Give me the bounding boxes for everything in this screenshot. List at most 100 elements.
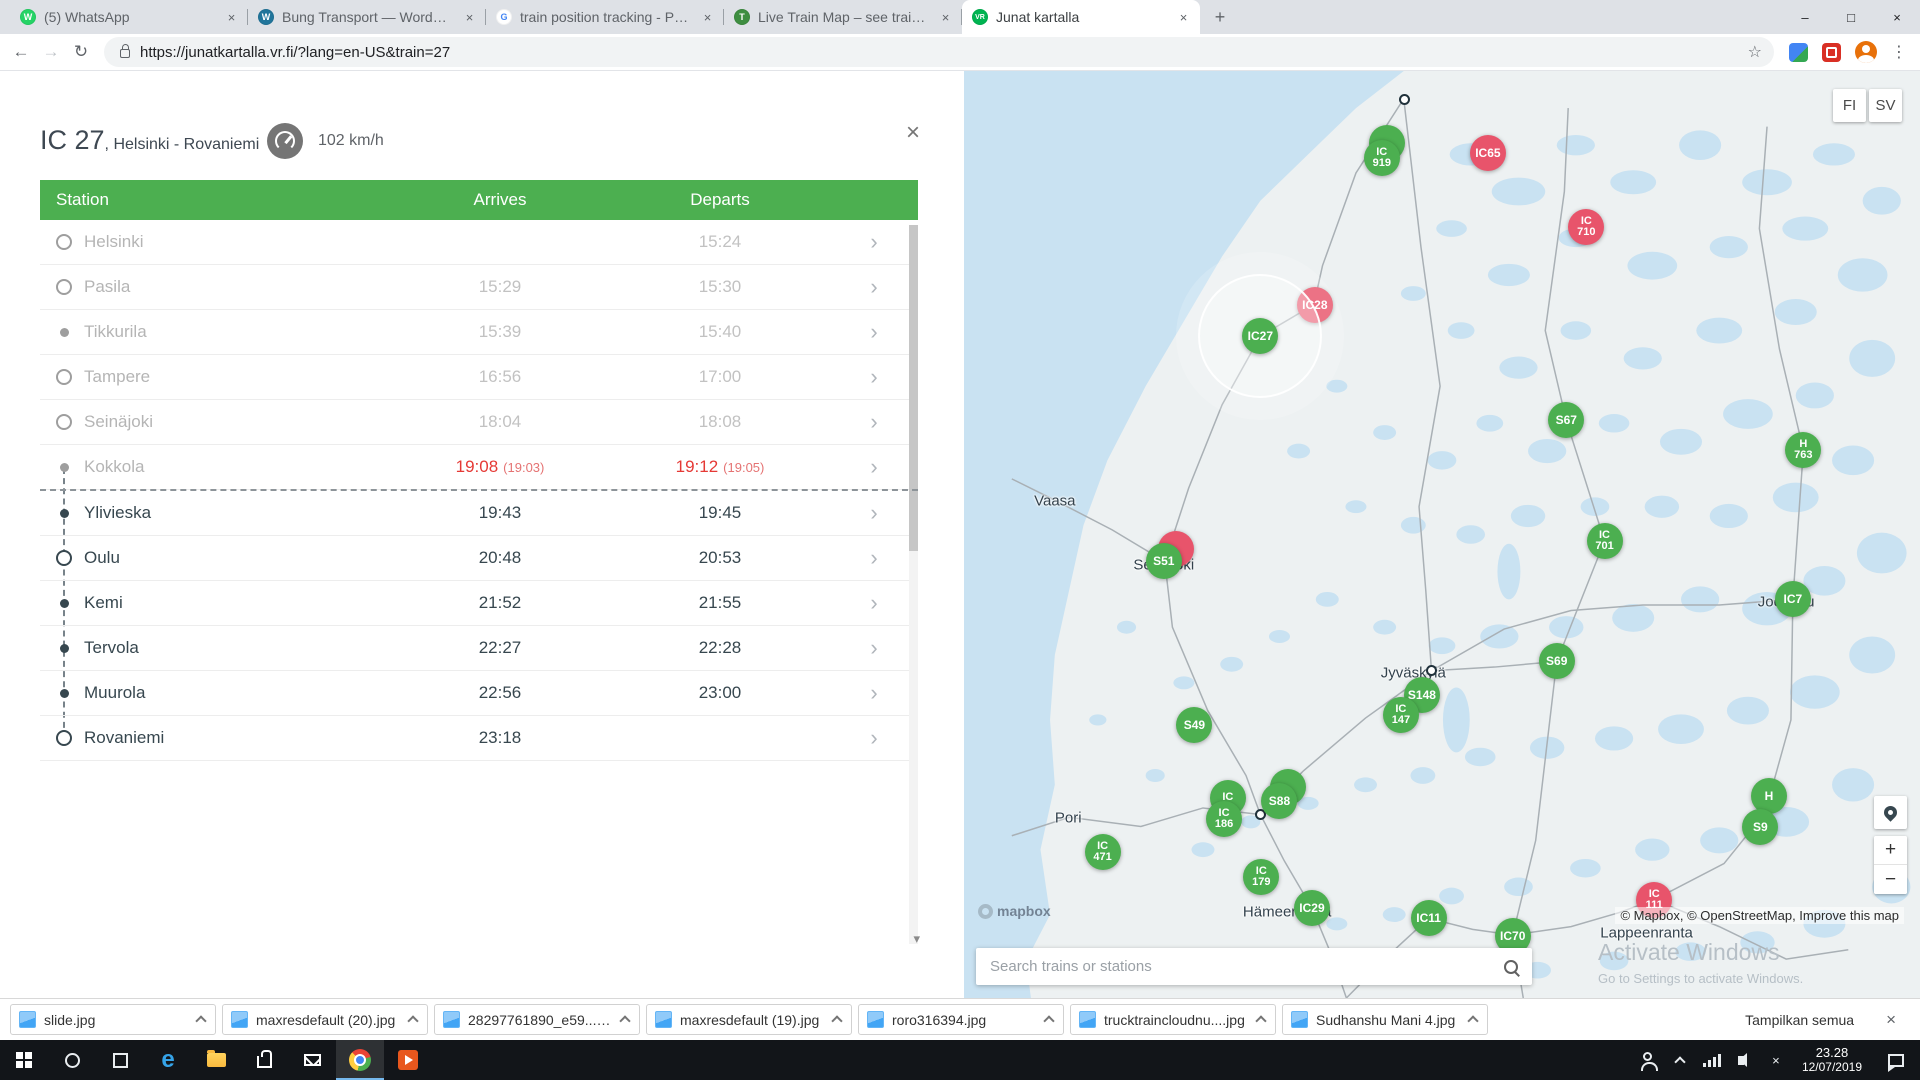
maximize-button[interactable]: □ xyxy=(1828,0,1874,34)
station-row[interactable]: Seinäjoki 18:04 18:08 › xyxy=(40,400,918,445)
tray-expand-button[interactable] xyxy=(1664,1040,1696,1080)
tab-close-button[interactable]: × xyxy=(937,9,954,26)
download-menu-caret[interactable] xyxy=(195,1015,207,1027)
tab-close-button[interactable]: × xyxy=(461,9,478,26)
video-app-button[interactable] xyxy=(384,1040,432,1080)
status-tray-button[interactable]: × xyxy=(1760,1040,1792,1080)
train-map[interactable]: VaasaSeinäjokiPoriJyväskyläJoensuuHämeen… xyxy=(964,71,1920,998)
translate-extension-icon[interactable] xyxy=(1789,42,1808,62)
download-menu-caret[interactable] xyxy=(1255,1015,1267,1027)
train-marker[interactable]: IC 179 xyxy=(1243,858,1280,895)
forward-button[interactable]: → xyxy=(36,37,66,67)
train-marker[interactable]: S88 xyxy=(1261,783,1298,820)
mapbox-logo[interactable]: mapbox xyxy=(978,903,1051,919)
download-menu-caret[interactable] xyxy=(1043,1015,1055,1027)
panel-scrollbar[interactable] xyxy=(909,225,918,944)
search-icon[interactable] xyxy=(1502,958,1520,976)
station-row[interactable]: Helsinki 15:24 › xyxy=(40,220,918,265)
download-item[interactable]: maxresdefault (19).jpg xyxy=(646,1004,852,1035)
station-row[interactable]: Tervola 22:27 22:28 › xyxy=(40,626,918,671)
close-panel-button[interactable]: × xyxy=(906,119,920,147)
station-row[interactable]: Tikkurila 15:39 15:40 › xyxy=(40,310,918,355)
download-item[interactable]: 28297761890_e59....jpg xyxy=(434,1004,640,1035)
taskbar-search-button[interactable] xyxy=(48,1040,96,1080)
reload-button[interactable]: ↻ xyxy=(66,37,96,67)
download-menu-caret[interactable] xyxy=(619,1015,631,1027)
train-marker[interactable]: IC 710 xyxy=(1568,208,1605,245)
edge-button[interactable]: e xyxy=(144,1040,192,1080)
close-downloads-bar-button[interactable]: × xyxy=(1872,1010,1910,1030)
browser-tab[interactable]: VR Junat kartalla × xyxy=(962,0,1200,34)
train-marker[interactable]: S49 xyxy=(1176,707,1213,744)
browser-tab[interactable]: G train position tracking - Penelus... × xyxy=(486,0,724,34)
train-marker[interactable]: IC 186 xyxy=(1206,801,1243,838)
store-button[interactable] xyxy=(240,1040,288,1080)
train-marker[interactable]: S69 xyxy=(1538,643,1575,680)
scrollbar-thumb[interactable] xyxy=(909,225,918,551)
browser-tab[interactable]: T Live Train Map – see train inform... × xyxy=(724,0,962,34)
train-marker[interactable]: IC 147 xyxy=(1382,697,1419,734)
download-item[interactable]: trucktraincloudnu....jpg xyxy=(1070,1004,1276,1035)
people-tray-button[interactable] xyxy=(1632,1040,1664,1080)
address-bar[interactable]: https://junatkartalla.vr.fi/?lang=en-US&… xyxy=(104,37,1774,67)
download-item[interactable]: roro316394.jpg xyxy=(858,1004,1064,1035)
download-menu-caret[interactable] xyxy=(831,1015,843,1027)
station-row[interactable]: Tampere 16:56 17:00 › xyxy=(40,355,918,400)
download-item[interactable]: slide.jpg xyxy=(10,1004,216,1035)
train-marker[interactable]: IC7 xyxy=(1774,581,1811,618)
train-marker[interactable]: IC29 xyxy=(1293,890,1330,927)
train-marker[interactable]: IC 471 xyxy=(1084,834,1121,871)
taskbar-clock[interactable]: 23.28 12/07/2019 xyxy=(1792,1040,1872,1080)
station-row[interactable]: Kokkola 19:08 (19:03) 19:12 (19:05) › xyxy=(40,445,918,490)
show-all-downloads-button[interactable]: Tampilkan semua xyxy=(1727,1012,1872,1028)
train-marker[interactable]: S67 xyxy=(1548,402,1585,439)
browser-tab[interactable]: W Bung Transport — WordPress.co... × xyxy=(248,0,486,34)
profile-avatar[interactable] xyxy=(1855,41,1877,63)
browser-tab[interactable]: W (5) WhatsApp × xyxy=(10,0,248,34)
station-row[interactable]: Kemi 21:52 21:55 › xyxy=(40,581,918,626)
station-row[interactable]: Muurola 22:56 23:00 › xyxy=(40,671,918,716)
lang-sv-button[interactable]: SV xyxy=(1869,89,1902,122)
download-menu-caret[interactable] xyxy=(407,1015,419,1027)
zoom-in-button[interactable]: + xyxy=(1874,836,1907,865)
locate-button[interactable] xyxy=(1874,796,1907,829)
map-attribution[interactable]: © Mapbox, © OpenStreetMap, Improve this … xyxy=(1615,907,1904,924)
station-row[interactable]: Rovaniemi 23:18 › xyxy=(40,716,918,761)
station-row[interactable]: Oulu 20:48 20:53 › xyxy=(40,536,918,581)
tab-close-button[interactable]: × xyxy=(1175,9,1192,26)
start-button[interactable] xyxy=(0,1040,48,1080)
new-tab-button[interactable]: + xyxy=(1206,3,1234,31)
train-marker[interactable]: IC11 xyxy=(1410,900,1447,937)
station-row[interactable]: Pasila 15:29 15:30 › xyxy=(40,265,918,310)
search-input[interactable] xyxy=(990,958,1502,975)
action-center-button[interactable] xyxy=(1872,1040,1920,1080)
train-marker[interactable]: S9 xyxy=(1742,809,1779,846)
back-button[interactable]: ← xyxy=(6,37,36,67)
station-row[interactable]: Ylivieska 19:43 19:45 › xyxy=(40,491,918,536)
pdf-extension-icon[interactable] xyxy=(1822,42,1841,62)
tab-close-button[interactable]: × xyxy=(223,9,240,26)
train-marker[interactable]: S51 xyxy=(1145,543,1182,580)
mail-button[interactable] xyxy=(288,1040,336,1080)
task-view-button[interactable] xyxy=(96,1040,144,1080)
volume-tray-button[interactable] xyxy=(1728,1040,1760,1080)
browser-menu-icon[interactable]: ⋮ xyxy=(1884,37,1914,67)
train-marker[interactable]: IC65 xyxy=(1469,134,1506,171)
tab-close-button[interactable]: × xyxy=(699,9,716,26)
zoom-out-button[interactable]: − xyxy=(1874,865,1907,894)
train-marker[interactable]: IC 919 xyxy=(1363,140,1400,177)
network-tray-button[interactable] xyxy=(1696,1040,1728,1080)
minimize-button[interactable]: – xyxy=(1782,0,1828,34)
train-marker[interactable]: H 763 xyxy=(1785,432,1822,469)
download-item[interactable]: maxresdefault (20).jpg xyxy=(222,1004,428,1035)
bookmark-star-icon[interactable]: ☆ xyxy=(1748,42,1762,62)
scrollbar-down-arrow[interactable]: ▾ xyxy=(913,931,920,947)
lang-fi-button[interactable]: FI xyxy=(1833,89,1866,122)
url-text[interactable]: https://junatkartalla.vr.fi/?lang=en-US&… xyxy=(140,44,1748,61)
download-item[interactable]: Sudhanshu Mani 4.jpg xyxy=(1282,1004,1488,1035)
chrome-taskbar-button[interactable] xyxy=(336,1040,384,1080)
train-marker[interactable]: IC 701 xyxy=(1586,522,1623,559)
file-explorer-button[interactable] xyxy=(192,1040,240,1080)
close-window-button[interactable]: × xyxy=(1874,0,1920,34)
download-menu-caret[interactable] xyxy=(1467,1015,1479,1027)
